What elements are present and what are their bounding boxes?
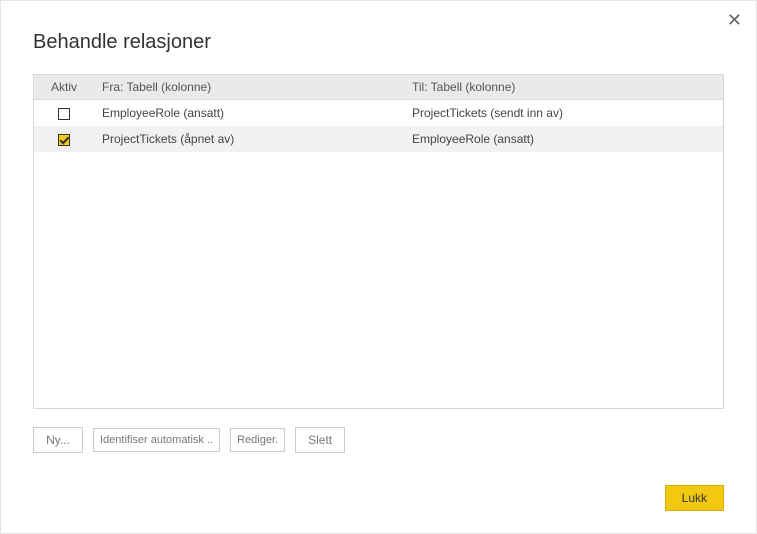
edit-button[interactable]: Rediger.: [230, 428, 285, 452]
relations-table: Aktiv Fra: Tabell (kolonne) Til: Tabell …: [34, 75, 723, 152]
header-to: Til: Tabell (kolonne): [404, 75, 723, 100]
close-button[interactable]: Lukk: [665, 485, 724, 511]
active-checkbox[interactable]: [58, 134, 70, 146]
cell-to: EmployeeRole (ansatt): [404, 126, 723, 152]
relations-table-container: Aktiv Fra: Tabell (kolonne) Til: Tabell …: [33, 74, 724, 409]
cell-from: ProjectTickets (åpnet av): [94, 126, 404, 152]
header-active: Aktiv: [34, 75, 94, 100]
new-button[interactable]: Ny...: [33, 427, 83, 453]
dialog-title: Behandle relasjoner: [1, 1, 756, 74]
delete-button[interactable]: Slett: [295, 427, 345, 453]
header-from: Fra: Tabell (kolonne): [94, 75, 404, 100]
cell-to: ProjectTickets (sendt inn av): [404, 100, 723, 127]
close-icon[interactable]: ✕: [727, 11, 742, 29]
autodetect-button[interactable]: Identifiser automatisk ..: [93, 428, 220, 452]
action-button-row: Ny... Identifiser automatisk .. Rediger.…: [1, 409, 756, 453]
dialog-footer: Lukk: [665, 485, 724, 511]
cell-from: EmployeeRole (ansatt): [94, 100, 404, 127]
active-checkbox[interactable]: [58, 108, 70, 120]
table-row[interactable]: ProjectTickets (åpnet av) EmployeeRole (…: [34, 126, 723, 152]
table-row[interactable]: EmployeeRole (ansatt) ProjectTickets (se…: [34, 100, 723, 127]
